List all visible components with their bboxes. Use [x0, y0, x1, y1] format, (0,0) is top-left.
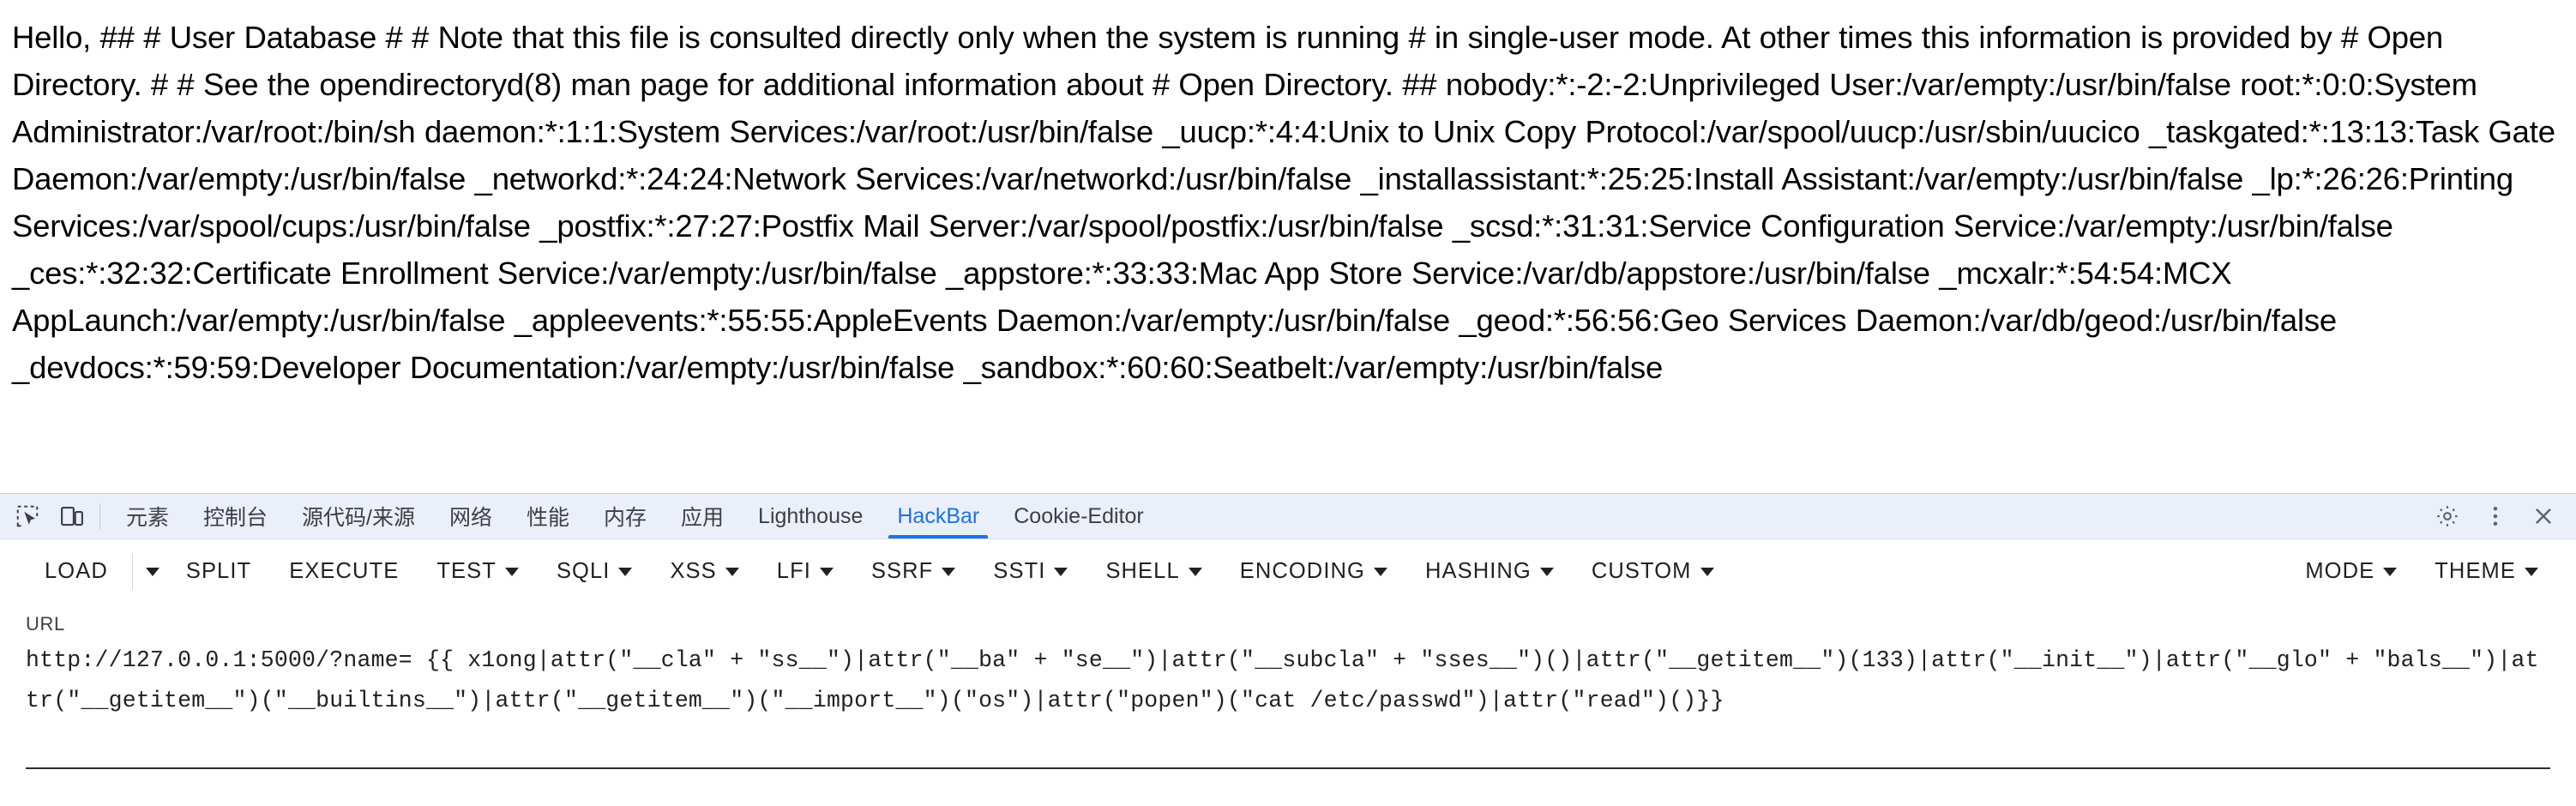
tab-sources[interactable]: 源代码/来源 [285, 494, 432, 538]
chevron-down-icon [819, 567, 834, 576]
devtools-toolbar-actions [2423, 496, 2576, 536]
tab-lighthouse[interactable]: Lighthouse [741, 494, 880, 538]
hackbar-custom-label: CUSTOM [1591, 559, 1692, 583]
devtools-panel: 元素 控制台 源代码/来源 网络 性能 内存 应用 Lighthouse Hac… [0, 493, 2576, 806]
chevron-down-icon [1054, 567, 1068, 576]
close-devtools-icon[interactable] [2519, 496, 2567, 536]
devtools-tab-list: 元素 控制台 源代码/来源 网络 性能 内存 应用 Lighthouse Hac… [109, 494, 2423, 538]
inspect-element-icon[interactable] [5, 496, 50, 536]
chevron-down-icon [2383, 567, 2398, 576]
url-field-label: URL [26, 613, 65, 635]
hackbar-load-button[interactable]: LOAD [26, 550, 127, 593]
hackbar-xss-label: XSS [670, 559, 717, 583]
hackbar-ssrf-button[interactable]: SSRF [852, 550, 974, 593]
chevron-down-icon [942, 567, 956, 576]
load-divider [131, 553, 133, 590]
chevron-down-icon [725, 567, 739, 576]
hackbar-split-button[interactable]: SPLIT [167, 550, 270, 593]
hackbar-mode-label: MODE [2305, 559, 2375, 583]
hackbar-mode-button[interactable]: MODE [2286, 550, 2416, 593]
hackbar-encoding-button[interactable]: ENCODING [1221, 550, 1406, 593]
tab-elements[interactable]: 元素 [109, 494, 186, 538]
hackbar-test-button[interactable]: TEST [418, 550, 538, 593]
hackbar-shell-button[interactable]: SHELL [1086, 550, 1220, 593]
chevron-down-icon [1700, 567, 1714, 576]
device-toolbar-icon[interactable] [50, 496, 94, 536]
hackbar-hashing-button[interactable]: HASHING [1406, 550, 1573, 593]
tab-memory[interactable]: 内存 [587, 494, 664, 538]
devtools-tabbar: 元素 控制台 源代码/来源 网络 性能 内存 应用 Lighthouse Hac… [0, 494, 2576, 539]
hackbar-ssti-label: SSTI [993, 559, 1046, 583]
chevron-down-icon [145, 567, 159, 576]
hackbar-toolbar: LOAD SPLIT EXECUTE TEST SQLI XSS LFI SSR… [0, 539, 2576, 604]
hackbar-hashing-label: HASHING [1424, 559, 1532, 583]
hackbar-encoding-label: ENCODING [1239, 559, 1365, 583]
chevron-down-icon [504, 567, 519, 576]
hackbar-execute-button[interactable]: EXECUTE [270, 550, 418, 593]
browser-window: Hello, ## # User Database # # Note that … [0, 0, 2576, 806]
hackbar-ssti-button[interactable]: SSTI [974, 550, 1086, 593]
hackbar-sqli-button[interactable]: SQLI [538, 550, 652, 593]
hackbar-theme-label: THEME [2435, 559, 2516, 583]
passwd-dump-text: Hello, ## # User Database # # Note that … [12, 20, 2555, 385]
url-input-underline [26, 767, 2550, 769]
more-options-icon[interactable] [2471, 496, 2519, 536]
url-input[interactable] [26, 641, 2550, 761]
chevron-down-icon [1373, 567, 1387, 576]
chevron-down-icon [2525, 567, 2538, 576]
hackbar-xss-button[interactable]: XSS [651, 550, 757, 593]
hackbar-test-label: TEST [436, 559, 497, 583]
tab-hackbar[interactable]: HackBar [880, 494, 996, 538]
tab-cookie-editor[interactable]: Cookie-Editor [996, 494, 1160, 538]
hackbar-lfi-button[interactable]: LFI [758, 550, 852, 593]
hackbar-ssrf-label: SSRF [870, 559, 934, 583]
chevron-down-icon [1539, 567, 1554, 576]
hackbar-custom-button[interactable]: CUSTOM [1573, 550, 1733, 593]
hackbar-theme-button[interactable]: THEME [2416, 550, 2557, 593]
hackbar-sqli-label: SQLI [556, 559, 611, 583]
tab-console[interactable]: 控制台 [186, 494, 285, 538]
hackbar-shell-label: SHELL [1105, 559, 1180, 583]
hackbar-lfi-label: LFI [776, 559, 811, 583]
settings-gear-icon[interactable] [2423, 496, 2471, 536]
toolbar-divider [99, 503, 100, 529]
tab-application[interactable]: 应用 [664, 494, 741, 538]
hackbar-load-dropdown-icon[interactable] [138, 550, 167, 593]
chevron-down-icon [1188, 567, 1202, 576]
page-content-area: Hello, ## # User Database # # Note that … [0, 0, 2576, 493]
tab-performance[interactable]: 性能 [509, 494, 587, 538]
hackbar-url-section: URL [0, 604, 2576, 769]
chevron-down-icon [618, 567, 633, 576]
tab-network[interactable]: 网络 [432, 494, 509, 538]
